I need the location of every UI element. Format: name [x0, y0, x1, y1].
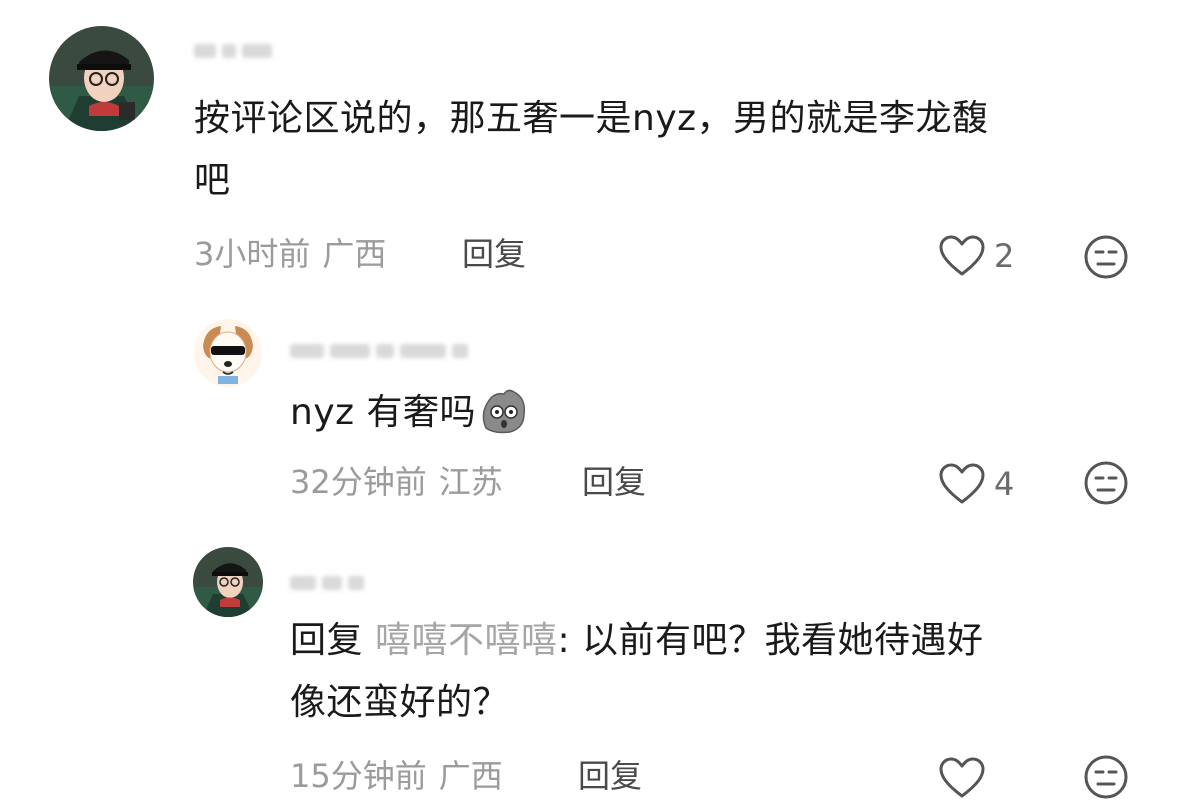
emoji-icon — [1084, 755, 1128, 799]
emoji-reaction-button[interactable] — [1083, 754, 1129, 800]
emoji-reaction-button[interactable] — [1083, 460, 1129, 506]
comment-item: nyz 有奢吗 32分钟前 江苏 回复 4 — [0, 300, 1179, 530]
reply-prefix: 回复 — [290, 620, 364, 661]
avatar[interactable] — [193, 547, 263, 617]
username-blur — [376, 344, 394, 358]
comment-item: 按评论区说的，那五奢一是nyz，男的就是李龙馥 吧 3小时前 广西 回复 2 — [0, 0, 1179, 300]
comment-text: 按评论区说的，那五奢一是nyz，男的就是李龙馥 吧 — [194, 88, 1154, 212]
comment-meta: 3小时前 广西 — [194, 234, 386, 274]
comment-text: nyz 有奢吗 — [290, 382, 1150, 444]
avatar[interactable] — [49, 26, 154, 131]
avatar[interactable] — [193, 318, 263, 388]
reply-button[interactable]: 回复 — [462, 234, 526, 274]
comment-text-line: 像还蛮好的？ — [290, 682, 510, 723]
heart-icon — [939, 235, 985, 276]
username-blur — [194, 44, 216, 58]
reply-button[interactable]: 回复 — [578, 756, 642, 796]
heart-icon — [939, 463, 985, 504]
username-blur — [348, 576, 364, 590]
user-avatar-icon — [49, 26, 154, 131]
username-blur — [290, 344, 324, 358]
comment-time: 32分钟前 — [290, 463, 427, 501]
reply-to-username[interactable]: 嘻嘻不嘻嘻 — [375, 620, 558, 661]
username-blur — [242, 44, 272, 58]
like-button[interactable] — [938, 756, 994, 800]
heart-icon — [939, 757, 985, 798]
username[interactable] — [290, 572, 410, 594]
comment-text-line: nyz 有奢吗 — [290, 392, 476, 433]
like-button[interactable]: 4 — [938, 462, 1014, 506]
username-blur — [330, 344, 370, 358]
comment-text-line: 吧 — [194, 160, 231, 201]
comment-time: 3小时前 — [194, 235, 311, 273]
comment-location: 广西 — [438, 757, 503, 795]
username-blur — [452, 344, 468, 358]
comment-meta: 32分钟前 江苏 — [290, 462, 503, 502]
comment-item: 回复 嘻嘻不嘻嘻: 以前有吧？我看她待遇好 像还蛮好的？ 15分钟前 广西 回复 — [0, 530, 1179, 802]
like-button[interactable]: 2 — [938, 234, 1014, 278]
emoji-reaction-button[interactable] — [1083, 234, 1129, 280]
comment-location: 广西 — [322, 235, 387, 273]
username[interactable] — [290, 340, 510, 362]
shocked-rock-emoji-icon — [478, 384, 530, 436]
comment-text: 回复 嘻嘻不嘻嘻: 以前有吧？我看她待遇好 像还蛮好的？ — [290, 610, 1150, 734]
like-count: 2 — [994, 237, 1015, 275]
comment-text-line: : 以前有吧？我看她待遇好 — [557, 620, 984, 661]
comment-location: 江苏 — [438, 463, 503, 501]
emoji-icon — [1084, 235, 1128, 279]
comment-time: 15分钟前 — [290, 757, 427, 795]
comment-text-line: 按评论区说的，那五奢一是nyz，男的就是李龙馥 — [194, 98, 989, 139]
comment-text-line: 回复 嘻嘻不嘻嘻: 以前有吧？我看她待遇好 — [290, 610, 1150, 672]
user-avatar-icon — [193, 318, 263, 388]
like-count: 4 — [994, 465, 1015, 503]
comment-meta: 15分钟前 广西 — [290, 756, 503, 796]
username-blur — [222, 44, 236, 58]
user-avatar-icon — [193, 547, 263, 617]
username-blur — [290, 576, 316, 590]
username-blur — [400, 344, 446, 358]
reply-button[interactable]: 回复 — [582, 462, 646, 502]
username-blur — [322, 576, 342, 590]
emoji-icon — [1084, 461, 1128, 505]
username[interactable] — [194, 40, 324, 62]
